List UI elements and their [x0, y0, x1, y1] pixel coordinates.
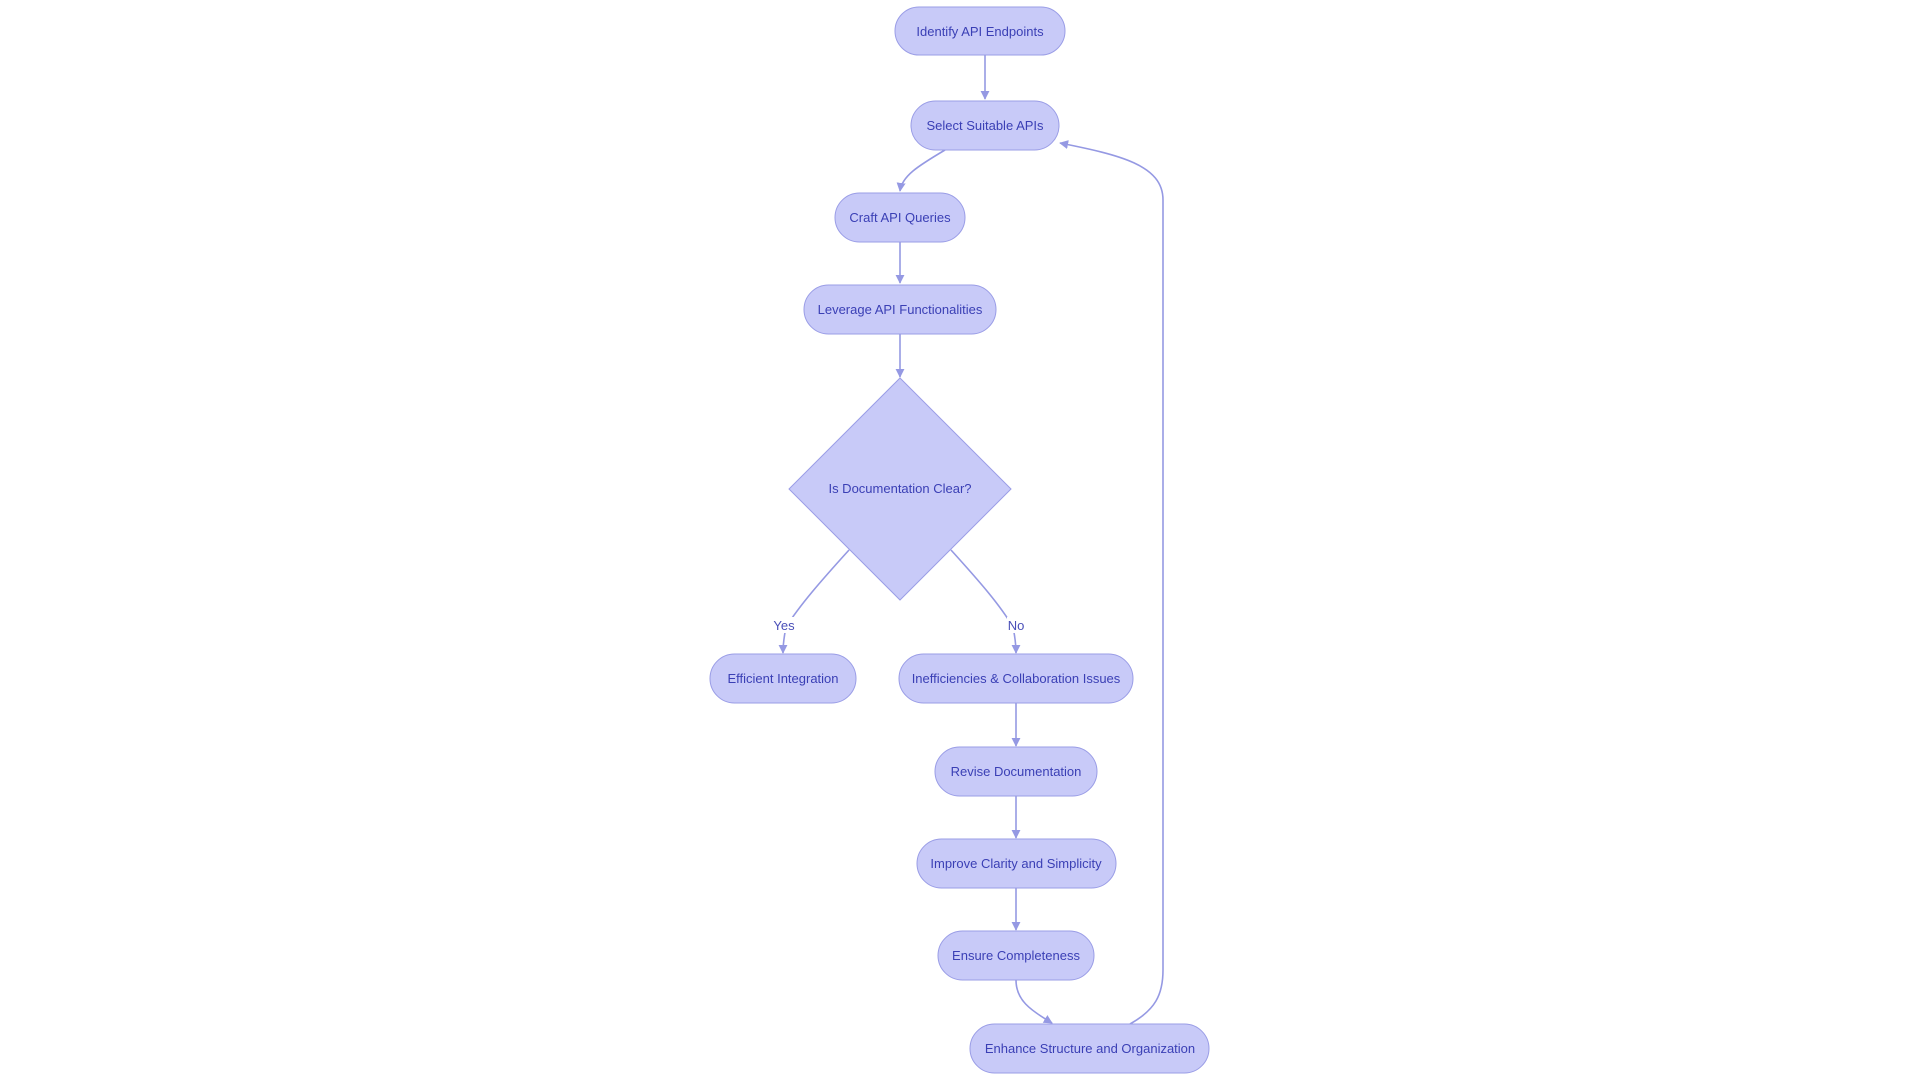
node-label: Identify API Endpoints	[916, 24, 1044, 39]
node-label: Select Suitable APIs	[926, 118, 1044, 133]
node-inefficiencies-collaboration-issues[interactable]: Inefficiencies & Collaboration Issues	[898, 653, 1134, 704]
node-enhance-structure-organization[interactable]: Enhance Structure and Organization	[969, 1023, 1210, 1074]
node-label: Craft API Queries	[849, 210, 951, 225]
node-label: Efficient Integration	[727, 671, 838, 686]
edge-label-yes-text: Yes	[773, 618, 795, 633]
node-label: Leverage API Functionalities	[818, 302, 983, 317]
edge-enhance-select-loop	[1059, 140, 1164, 1025]
edge-decision-inefficiencies	[950, 549, 1021, 654]
edge-ensure-enhance	[1015, 979, 1053, 1024]
node-efficient-integration[interactable]: Efficient Integration	[709, 653, 857, 704]
node-label: Is Documentation Clear?	[828, 481, 971, 496]
edge-label-no-text: No	[1008, 618, 1025, 633]
edge-label-no: No	[1007, 617, 1025, 633]
node-improve-clarity-simplicity[interactable]: Improve Clarity and Simplicity	[916, 838, 1117, 889]
node-revise-documentation[interactable]: Revise Documentation	[934, 746, 1098, 797]
node-label: Ensure Completeness	[952, 948, 1080, 963]
node-label: Inefficiencies & Collaboration Issues	[912, 671, 1121, 686]
node-select-suitable-apis[interactable]: Select Suitable APIs	[910, 100, 1060, 151]
node-ensure-completeness[interactable]: Ensure Completeness	[937, 930, 1095, 981]
flowchart-canvas: Yes No Identify API Endpoints Select Sui…	[709, 6, 1210, 1074]
node-craft-api-queries[interactable]: Craft API Queries	[834, 192, 966, 243]
edge-label-yes: Yes	[773, 617, 795, 633]
node-identify-api-endpoints[interactable]: Identify API Endpoints	[894, 6, 1066, 56]
node-label: Improve Clarity and Simplicity	[930, 856, 1102, 871]
node-leverage-api-functionalities[interactable]: Leverage API Functionalities	[803, 284, 997, 335]
node-decision-documentation-clear[interactable]: Is Documentation Clear?	[788, 377, 1012, 601]
node-label: Revise Documentation	[951, 764, 1082, 779]
edge-select-craft	[896, 149, 946, 192]
node-label: Enhance Structure and Organization	[985, 1041, 1195, 1056]
edge-decision-efficient	[778, 549, 850, 654]
